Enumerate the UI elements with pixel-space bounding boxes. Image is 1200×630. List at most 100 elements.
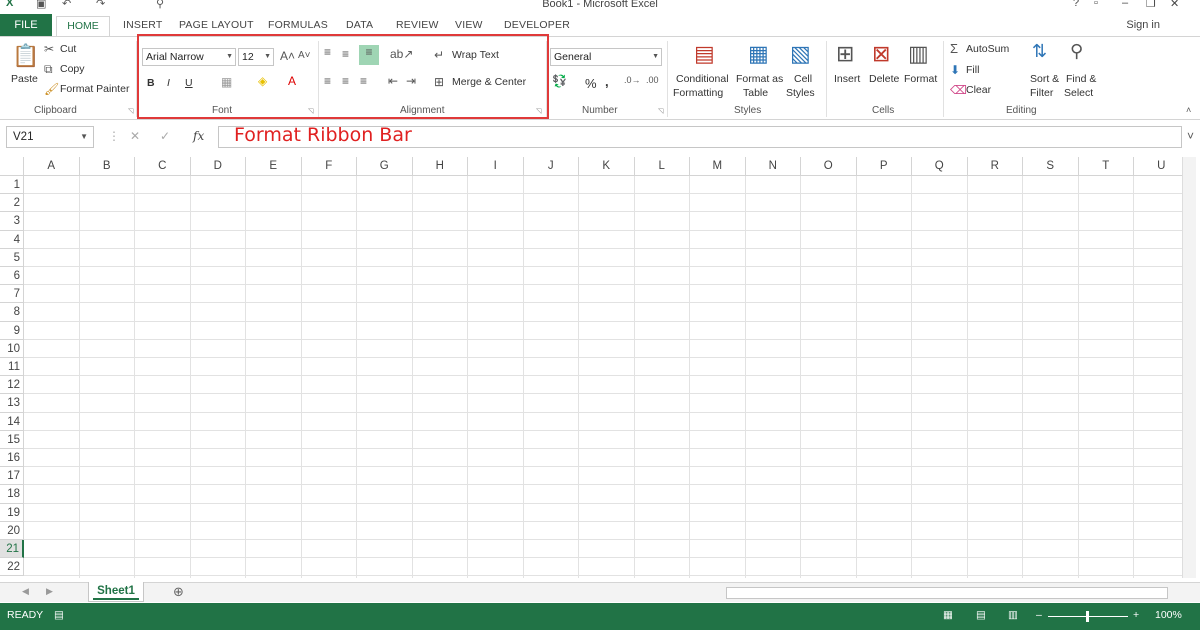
bold-button[interactable]: B (147, 77, 155, 89)
scroll-right-icon[interactable]: ▶ (46, 586, 53, 597)
new-sheet-icon[interactable]: ⊕ (173, 584, 184, 600)
row-header[interactable]: 11 (0, 358, 24, 377)
row-header[interactable]: 7 (0, 285, 24, 304)
row-header[interactable]: 3 (0, 212, 24, 231)
orientation-icon[interactable]: ab↗ (390, 47, 413, 61)
macro-record-icon[interactable]: ▤ (54, 609, 64, 621)
zoom-out-icon[interactable]: – (1036, 609, 1042, 621)
conditional-formatting-label-1[interactable]: Conditional (676, 73, 729, 85)
column-header[interactable]: G (357, 157, 413, 176)
autosum-button[interactable]: AutoSum (966, 43, 1009, 55)
column-header[interactable]: O (801, 157, 857, 176)
paste-icon[interactable]: 📋 (12, 43, 39, 69)
minimize-icon[interactable]: – (1122, 0, 1128, 9)
percent-button[interactable]: % (585, 76, 597, 91)
close-icon[interactable]: ✕ (1170, 0, 1179, 10)
expand-formula-icon[interactable]: ˅ (1187, 129, 1194, 143)
column-header[interactable]: R (967, 157, 1023, 176)
alignment-launcher-icon[interactable]: ◹ (536, 107, 541, 115)
increase-font-icon[interactable]: A˄ (280, 49, 295, 63)
middle-align-icon[interactable]: ≡ (342, 47, 349, 61)
find-select-label-1[interactable]: Find & (1066, 73, 1096, 85)
clear-button[interactable]: Clear (966, 84, 991, 96)
sort-filter-label-1[interactable]: Sort & (1030, 73, 1059, 85)
copy-icon[interactable]: ⧉ (44, 62, 53, 77)
format-as-table-icon[interactable]: ▦ (748, 41, 769, 67)
font-color-icon[interactable]: A (288, 74, 296, 88)
sign-in-link[interactable]: Sign in (1126, 19, 1160, 31)
cell-styles-icon[interactable]: ▧ (790, 41, 811, 67)
row-header[interactable]: 16 (0, 449, 24, 468)
horizontal-scrollbar[interactable] (726, 587, 1168, 599)
copy-button[interactable]: Copy (60, 63, 85, 75)
zoom-in-icon[interactable]: + (1133, 609, 1139, 621)
underline-button[interactable]: U (185, 77, 193, 89)
cancel-icon[interactable]: ✕ (130, 129, 140, 143)
bottom-align-icon[interactable]: ≡ (359, 45, 379, 65)
format-painter-button[interactable]: Format Painter (60, 83, 129, 95)
column-header[interactable]: D (190, 157, 246, 176)
ribbon-display-icon[interactable]: ▫ (1094, 0, 1098, 9)
column-header[interactable]: M (690, 157, 746, 176)
select-all-corner[interactable] (0, 157, 24, 176)
column-header[interactable]: H (412, 157, 468, 176)
format-cells-icon[interactable]: ▥ (908, 41, 929, 67)
spreadsheet-grid[interactable]: ABCDEFGHIJKLMNOPQRSTU 1 2 3 4 5 6 7 8 9 10 11 12 13 1… (0, 157, 1182, 578)
row-header[interactable]: 19 (0, 503, 24, 522)
increase-decimal-icon[interactable]: .0→ (624, 75, 641, 85)
number-format-dropdown[interactable]: General ▼ (550, 48, 662, 66)
row-header[interactable]: 17 (0, 467, 24, 486)
delete-button[interactable]: Delete (869, 73, 899, 85)
row-header[interactable]: 6 (0, 267, 24, 286)
font-size-dropdown[interactable]: 12 ▼ (238, 48, 274, 66)
row-header[interactable]: 10 (0, 339, 24, 358)
align-right-icon[interactable]: ≡ (360, 74, 367, 88)
borders-icon[interactable]: ▦ (221, 75, 232, 89)
insert-cells-icon[interactable]: ⊞ (836, 41, 854, 67)
row-header[interactable]: 21 (0, 540, 24, 559)
conditional-formatting-icon[interactable]: ▤ (694, 41, 715, 67)
row-header[interactable]: 9 (0, 321, 24, 340)
column-header[interactable]: A (24, 157, 80, 176)
wrap-text-button[interactable]: Wrap Text (452, 49, 499, 61)
column-header[interactable]: I (468, 157, 524, 176)
normal-view-icon[interactable]: ▦ (943, 609, 953, 621)
row-header[interactable]: 13 (0, 394, 24, 413)
tab-review[interactable]: REVIEW (396, 19, 439, 31)
column-header[interactable]: C (135, 157, 191, 176)
format-button[interactable]: Format (904, 73, 937, 85)
tab-formulas[interactable]: FORMULAS (268, 19, 328, 31)
paste-button[interactable]: Paste (11, 73, 38, 85)
column-header[interactable]: Q (912, 157, 968, 176)
decrease-font-icon[interactable]: A˅ (298, 50, 311, 61)
row-header[interactable]: 20 (0, 521, 24, 540)
row-header[interactable]: 18 (0, 485, 24, 504)
find-select-icon[interactable]: ⚲ (1070, 41, 1083, 62)
column-header[interactable]: K (579, 157, 635, 176)
format-as-table-label-1[interactable]: Format as (736, 73, 783, 85)
format-painter-icon[interactable]: 🖌 (44, 82, 59, 96)
row-header[interactable]: 1 (0, 176, 24, 195)
vertical-scrollbar[interactable] (1182, 157, 1196, 578)
column-header[interactable]: L (634, 157, 690, 176)
row-header[interactable]: 5 (0, 248, 24, 267)
delete-cells-icon[interactable]: ⊠ (872, 41, 890, 67)
row-header[interactable]: 14 (0, 412, 24, 431)
column-header[interactable]: N (745, 157, 801, 176)
align-left-icon[interactable]: ≡ (324, 74, 331, 88)
name-box[interactable]: V21 ▼ (6, 126, 94, 148)
accounting-icon[interactable]: 💱 (552, 74, 567, 88)
decrease-indent-icon[interactable]: ⇤ (388, 74, 398, 88)
column-header[interactable]: U (1134, 157, 1182, 176)
insert-button[interactable]: Insert (834, 73, 860, 85)
cut-icon[interactable]: ✂ (44, 42, 54, 56)
format-as-table-label-2[interactable]: Table (743, 87, 768, 99)
row-header[interactable]: 4 (0, 230, 24, 249)
tab-page-layout[interactable]: PAGE LAYOUT (179, 19, 254, 31)
row-header[interactable]: 2 (0, 194, 24, 213)
tab-data[interactable]: DATA (346, 19, 373, 31)
zoom-slider-thumb[interactable] (1086, 611, 1089, 622)
row-header[interactable]: 12 (0, 376, 24, 395)
tab-insert[interactable]: INSERT (123, 19, 163, 31)
row-header[interactable]: 22 (0, 558, 24, 577)
